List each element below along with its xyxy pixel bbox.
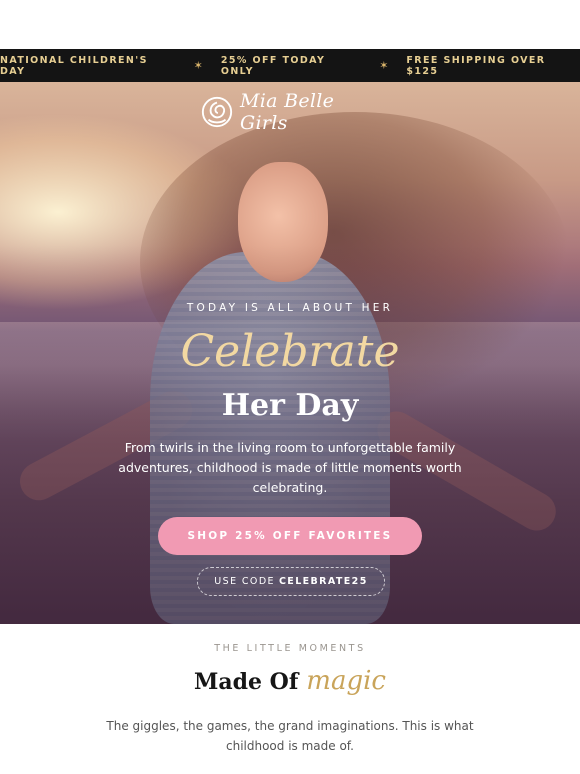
promo-code-pill[interactable]: USE CODE CELEBRATE25	[197, 567, 385, 596]
moments-title-plain: Made Of	[194, 669, 299, 695]
moments-title-script: magic	[306, 666, 386, 696]
hero-script-title: Celebrate	[180, 326, 400, 377]
rose-icon	[201, 96, 233, 128]
brand-name: Mia Belle Girls	[240, 90, 335, 134]
moments-description: The giggles, the games, the grand imagin…	[106, 719, 474, 753]
shop-sale-button[interactable]: SHOP 25% OFF FAVORITES	[158, 517, 422, 555]
moments-eyebrow: THE LITTLE MOMENTS	[214, 643, 366, 654]
promo-code-prefix: USE CODE	[214, 576, 275, 587]
announcement-item-shipping: FREE SHIPPING OVER $125	[406, 54, 546, 77]
announcement-item-childrens-day: NATIONAL CHILDREN'S DAY	[0, 54, 148, 77]
star-separator-icon: ✶	[193, 59, 203, 72]
shop-sale-button-label: SHOP 25% OFF FAVORITES	[187, 530, 393, 542]
promo-code-value: CELEBRATE25	[278, 576, 368, 587]
hero-eyebrow: TODAY IS ALL ABOUT HER	[186, 302, 394, 314]
announcement-item-discount: 25% OFF TODAY ONLY	[220, 54, 326, 77]
brand-logo[interactable]: Mia Belle Girls	[200, 90, 380, 134]
moments-title: Made Of magic	[0, 666, 580, 696]
star-separator-icon: ✶	[379, 59, 389, 72]
hero-title: Her Day	[221, 388, 359, 423]
announcement-bar: NATIONAL CHILDREN'S DAY ✶ 25% OFF TODAY …	[0, 49, 580, 82]
hero-description: From twirls in the living room to unforg…	[118, 440, 462, 495]
